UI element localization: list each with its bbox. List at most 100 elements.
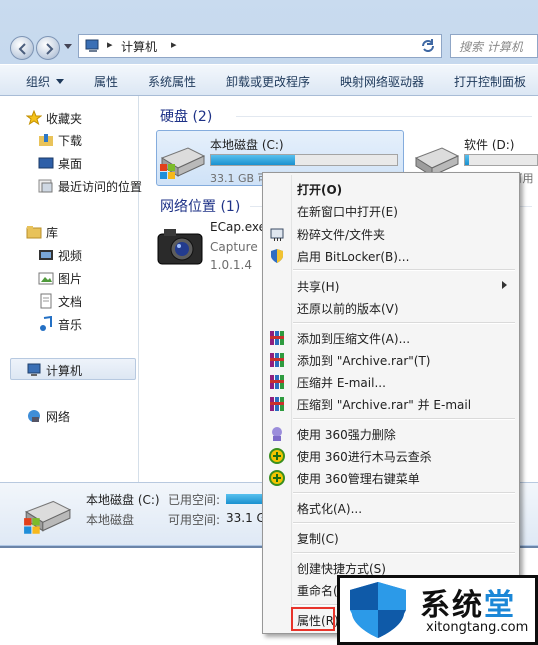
menu-item-share[interactable]: 共享(H) [265,275,517,297]
menu-separator [293,418,515,420]
desktop-icon [38,157,54,169]
winrar-icon [270,353,284,367]
winrar-icon [270,397,284,411]
drive-d-name[interactable]: 软件 (D:) [464,136,514,153]
nav-desktop-label: 桌面 [58,157,83,171]
winrar-icon [270,375,284,389]
details-drive-type: 本地磁盘 [86,513,135,527]
menu-separator [293,492,515,494]
menu-item-360-manage[interactable]: 使用 360管理右键菜单 [265,467,517,489]
menu-360-scan-label: 使用 360进行木马云查杀 [297,450,432,464]
menu-shred-label: 粉碎文件/文件夹 [297,228,386,242]
menu-copy-label: 复制(C) [297,532,339,546]
music-icon [40,316,52,331]
open-control-panel-button[interactable]: 打开控制面板 [454,73,526,90]
360-delete-icon [272,427,282,441]
search-input[interactable]: 搜索 计算机 [450,34,538,58]
search-placeholder: 搜索 计算机 [459,40,523,54]
menu-item-open-new-window[interactable]: 在新窗口中打开(E) [265,200,517,222]
menu-share-label: 共享(H) [297,280,340,294]
nav-pictures-label: 图片 [58,272,83,286]
menu-item-compress-email[interactable]: 压缩并 E-mail... [265,371,517,393]
library-icon [26,226,42,239]
details-drive-icon [24,500,72,534]
menu-item-bitlocker[interactable]: 启用 BitLocker(B)... [265,245,517,267]
computer-icon [85,39,99,52]
nav-downloads-label: 下载 [58,134,83,148]
hard-drive-c-icon [160,147,206,179]
breadcrumb-separator-2[interactable]: ▸ [171,38,177,51]
nav-favorites-label: 收藏夹 [46,112,83,126]
breadcrumb-separator[interactable]: ▸ [107,38,113,51]
menu-format-label: 格式化(A)... [297,502,363,516]
properties-highlight-box [291,607,335,631]
recent-places-icon [38,179,53,193]
shredder-icon [270,228,284,241]
back-arrow-icon [18,43,26,55]
nav-videos-label: 视频 [58,249,83,263]
address-bar[interactable]: ▸ 计算机 ▸ [78,34,442,58]
menu-item-compress-rar-email[interactable]: 压缩到 "Archive.rar" 并 E-mail [265,393,517,415]
menu-item-360-delete[interactable]: 使用 360强力删除 [265,423,517,445]
drive-d-usage-fill [465,155,469,165]
camera-app-icon[interactable] [156,224,204,268]
watermark-logo: 系统堂 xitongtang.com [337,575,538,645]
navigation-bar: ▸ 计算机 ▸ 搜索 计算机 [0,28,538,64]
menu-open-new-label: 在新窗口中打开(E) [297,205,398,219]
menu-item-add-rar[interactable]: 添加到 "Archive.rar"(T) [265,349,517,371]
app-name[interactable]: ECap.exe [210,220,266,234]
nav-computer-label: 计算机 [46,364,83,378]
drive-c-usage-fill [211,155,295,165]
menu-separator [293,269,515,271]
command-bar: 组织 属性 系统属性 卸载或更改程序 映射网络驱动器 打开控制面板 [0,64,538,96]
organize-button[interactable]: 组织 [26,73,50,90]
nav-network-label: 网络 [46,410,71,424]
properties-button[interactable]: 属性 [94,73,118,90]
videos-icon [39,250,53,260]
network-location-group-header[interactable]: 网络位置 (1) [160,196,240,216]
details-free-label: 可用空间: [168,513,221,527]
winrar-icon [270,331,284,345]
shield-logo-icon [350,582,406,638]
organize-dropdown-icon[interactable] [56,79,64,84]
context-menu: 打开(O) 在新窗口中打开(E) 粉碎文件/文件夹 启用 BitLocker(B… [262,172,520,634]
map-network-drive-button[interactable]: 映射网络驱动器 [340,73,424,90]
uninstall-program-button[interactable]: 卸载或更改程序 [226,73,310,90]
menu-item-add-archive[interactable]: 添加到压缩文件(A)... [265,327,517,349]
360-plus-icon [269,470,285,486]
watermark-title-blue: 堂 [484,588,516,623]
menu-360-manage-label: 使用 360管理右键菜单 [297,472,420,486]
hdd-group-divider [236,116,532,117]
forward-arrow-icon [46,43,54,55]
system-properties-button[interactable]: 系统属性 [148,73,196,90]
menu-item-format[interactable]: 格式化(A)... [265,497,517,519]
menu-item-restore-versions[interactable]: 还原以前的版本(V) [265,297,517,319]
menu-separator [293,322,515,324]
recent-pages-chevron-icon[interactable] [64,44,72,49]
menu-item-360-scan[interactable]: 使用 360进行木马云查杀 [265,445,517,467]
nav-music-label: 音乐 [58,318,83,332]
nav-documents-label: 文档 [58,295,83,309]
forward-button[interactable] [36,36,60,60]
shield-icon [271,249,283,263]
hdd-group-header[interactable]: 硬盘 (2) [160,106,212,126]
360-plus-icon [269,448,285,464]
drive-c-usage-bar [210,154,398,166]
watermark-title: 系统堂 [420,580,516,624]
breadcrumb-computer[interactable]: 计算机 [121,38,157,55]
pictures-icon [38,272,54,285]
drive-c-name: 本地磁盘 (C:) [210,138,284,152]
menu-compress-rar-email-label: 压缩到 "Archive.rar" 并 E-mail [297,398,472,412]
refresh-icon[interactable] [420,38,436,54]
menu-item-shred[interactable]: 粉碎文件/文件夹 [265,223,517,245]
menu-separator [293,522,515,524]
back-button[interactable] [10,36,34,60]
menu-item-open[interactable]: 打开(O) [265,178,517,200]
nav-libraries-label: 库 [46,226,59,240]
nav-recent-label: 最近访问的位置 [58,180,143,194]
menu-item-copy[interactable]: 复制(C) [265,527,517,549]
drive-d-usage-bar [464,154,538,166]
menu-add-rar-label: 添加到 "Archive.rar"(T) [297,354,431,368]
details-drive-name: 本地磁盘 (C:) [86,493,160,507]
details-used-label: 已用空间: [168,493,221,507]
